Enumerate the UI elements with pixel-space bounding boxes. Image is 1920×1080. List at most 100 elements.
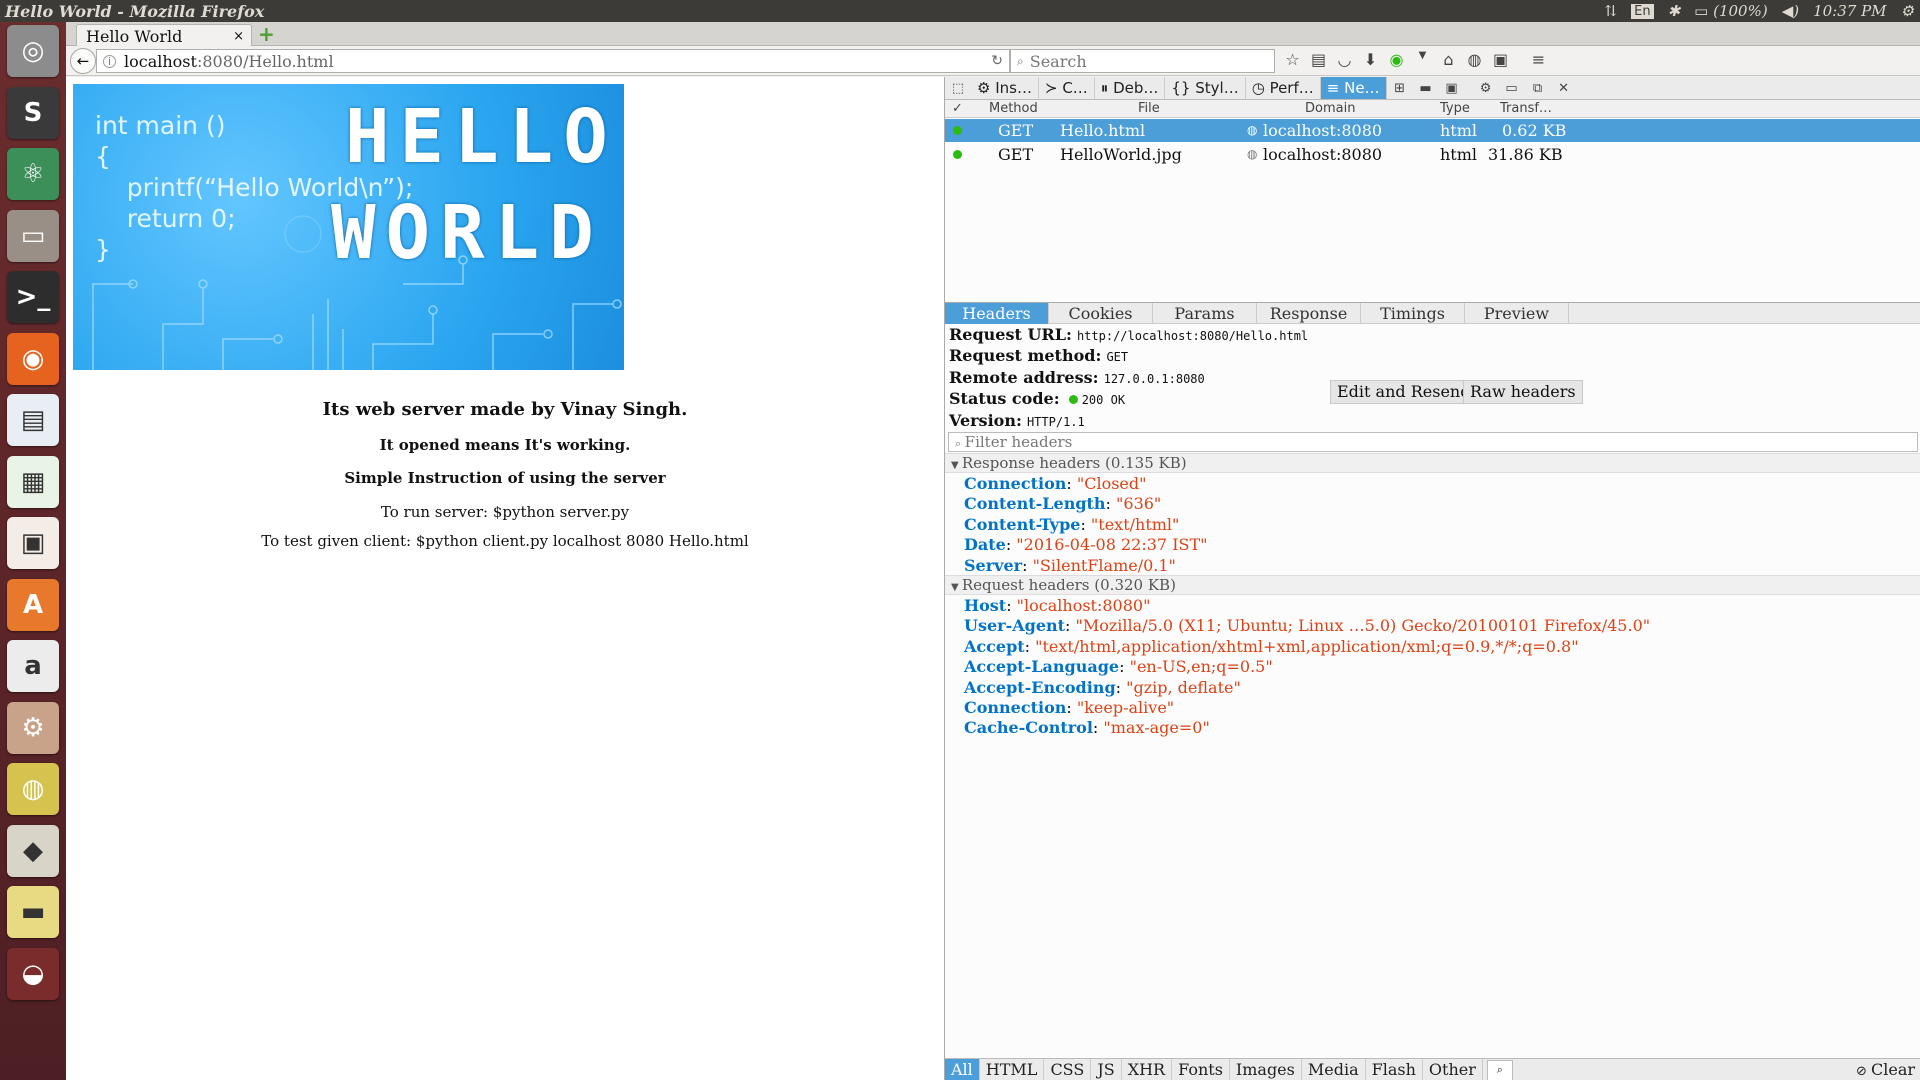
col-file[interactable]: File (1138, 101, 1160, 116)
responsive-icon[interactable]: ▣ (1439, 77, 1465, 99)
raw-headers-button[interactable]: Raw headers (1463, 380, 1583, 404)
col-method[interactable]: Method (989, 101, 1038, 116)
session-gear-icon[interactable]: ⚙ (1901, 2, 1914, 20)
edit-and-resend-button[interactable]: Edit and Resend (1330, 380, 1478, 404)
tab-params[interactable]: Params (1153, 303, 1257, 324)
launcher-atom-icon[interactable]: ⚛ (7, 148, 59, 200)
filter-url-search-button[interactable]: ⌕ (1486, 1060, 1513, 1080)
filter-js[interactable]: JS (1091, 1059, 1122, 1080)
downloads-icon[interactable]: ⬇ (1362, 50, 1379, 69)
filter-fonts[interactable]: Fonts (1172, 1059, 1230, 1080)
header-name: Accept-Encoding (964, 677, 1116, 697)
filter-flash[interactable]: Flash (1366, 1059, 1423, 1080)
chat-icon[interactable]: ◍ (1466, 50, 1483, 69)
launcher-software-center-icon[interactable]: A (7, 578, 59, 631)
filter-media[interactable]: Media (1302, 1059, 1366, 1080)
dock-icon[interactable]: ▬ (1413, 77, 1439, 99)
tab-style-editor[interactable]: {} Styl… (1165, 77, 1246, 99)
launcher-amazon-icon[interactable]: a (7, 640, 59, 692)
filter-placeholder: Filter headers (964, 433, 1073, 451)
tab-cookies[interactable]: Cookies (1049, 303, 1153, 324)
tab-performance[interactable]: ◷ Perf… (1246, 77, 1321, 99)
back-button[interactable]: ← (70, 48, 96, 74)
url-bar[interactable]: i localhost:8080/Hello.html ↻ (96, 49, 1010, 73)
launcher-sublime-text-icon[interactable]: S (7, 86, 59, 139)
youtube-icon[interactable]: ▣ (1492, 50, 1509, 69)
battery-indicator[interactable]: ▭ (100%) (1694, 2, 1768, 20)
bookmark-star-icon[interactable]: ☆ (1284, 50, 1301, 69)
tab-timings[interactable]: Timings (1361, 303, 1465, 324)
header-name: Accept-Language (964, 657, 1120, 677)
clear-button[interactable]: ⊘ Clear (1850, 1059, 1920, 1080)
filter-css[interactable]: CSS (1044, 1059, 1092, 1080)
launcher-files-icon[interactable]: ▭ (7, 209, 59, 262)
filter-other[interactable]: Other (1423, 1059, 1483, 1080)
banner-hello-text: HELLO (345, 94, 618, 180)
col-check[interactable]: ✓ (952, 101, 963, 116)
launcher-firefox-icon[interactable]: ◉ (7, 332, 59, 385)
tab-network[interactable]: ≡ Ne… (1320, 77, 1387, 99)
launcher-app-sticky-icon[interactable]: ▬ (7, 886, 59, 938)
launcher-app-disk-icon[interactable]: ◒ (7, 947, 59, 1000)
tab-console[interactable]: ≻ C… (1039, 77, 1095, 99)
banner-world-text: WORLD (331, 190, 604, 276)
volume-icon[interactable]: ◀) (1782, 2, 1799, 20)
launcher-ubuntu-dash-icon[interactable]: ◎ (7, 25, 59, 77)
header-line: Accept: "text/html,application/xhtml+xml… (964, 637, 1579, 656)
url-host: localhost (124, 51, 197, 71)
tab-debugger[interactable]: ⏸ Deb… (1095, 77, 1166, 99)
response-headers-group[interactable]: ▼ Response headers (0.135 KB) (945, 453, 1920, 473)
home-icon[interactable]: ⌂ (1440, 50, 1457, 69)
reload-icon[interactable]: ↻ (991, 53, 1003, 69)
clock[interactable]: 10:37 PM (1813, 2, 1886, 20)
col-transferred[interactable]: Transf… (1500, 101, 1552, 116)
filter-all[interactable]: All (945, 1059, 980, 1080)
dropdown-arrow-icon[interactable]: ▼ (1414, 50, 1431, 69)
undock-icon[interactable]: ⧉ (1525, 77, 1551, 99)
launcher-libreoffice-calc-icon[interactable]: ▦ (7, 455, 59, 508)
dock-bottom-icon[interactable]: ▭ (1499, 77, 1525, 99)
launcher-app-penguin-icon[interactable]: ◆ (7, 824, 59, 877)
split-view-icon[interactable]: ⊞ (1387, 77, 1413, 99)
request-row[interactable]: GET HelloWorld.jpg ◍ localhost:8080 html… (945, 143, 1920, 166)
run-server-instruction: To run server: $python server.py (380, 503, 630, 521)
new-tab-plus-icon[interactable]: + (258, 24, 275, 44)
col-domain[interactable]: Domain (1305, 101, 1355, 116)
search-input[interactable]: ⌕ Search (1010, 49, 1275, 73)
request-method-line: Request method: GET (949, 346, 1128, 365)
element-picker-icon[interactable]: ⬚ (945, 77, 971, 99)
tab-preview[interactable]: Preview (1465, 303, 1569, 324)
tab-close-icon[interactable]: × (233, 29, 244, 44)
tab-inspector[interactable]: ⚙ Ins… (971, 77, 1039, 99)
tab-headers[interactable]: Headers (945, 303, 1049, 324)
bookmarks-menu-icon[interactable]: ▤ (1310, 50, 1327, 69)
network-icon: ≡ (1326, 79, 1345, 97)
devtools-settings-icon[interactable]: ⚙ (1473, 77, 1499, 99)
filter-headers-input[interactable]: ⌕ Filter headers (948, 432, 1918, 452)
site-info-icon[interactable]: i (103, 54, 116, 68)
keyboard-layout-indicator[interactable]: En (1631, 3, 1654, 19)
col-type[interactable]: Type (1440, 101, 1470, 116)
pocket-icon[interactable]: ◡ (1336, 50, 1353, 69)
request-row[interactable]: GET Hello.html ◍ localhost:8080 html 0.6… (945, 119, 1920, 142)
network-arrows-icon[interactable]: ⇅ (1605, 2, 1618, 20)
tab-label: Ins… (995, 79, 1032, 97)
filter-xhr[interactable]: XHR (1122, 1059, 1173, 1080)
launcher-libreoffice-impress-icon[interactable]: ▣ (7, 517, 59, 569)
tab-label: Deb… (1113, 79, 1159, 97)
launcher-libreoffice-draw-icon[interactable]: ▤ (7, 394, 59, 446)
launcher-terminal-icon[interactable]: >_ (7, 271, 59, 323)
tab-response[interactable]: Response (1257, 303, 1361, 324)
launcher-chrome-icon[interactable]: ◍ (7, 763, 59, 815)
bluetooth-icon[interactable]: ✱ (1668, 2, 1681, 20)
devtools-close-icon[interactable]: ✕ (1551, 77, 1577, 99)
filter-html[interactable]: HTML (980, 1059, 1045, 1080)
launcher-system-settings-icon[interactable]: ⚙ (7, 701, 59, 754)
browser-tab-hello-world[interactable]: Hello World × (76, 24, 252, 47)
filter-images[interactable]: Images (1230, 1059, 1302, 1080)
whatsapp-icon[interactable]: ◉ (1388, 50, 1405, 69)
request-headers-group[interactable]: ▼ Request headers (0.320 KB) (945, 575, 1920, 595)
hello-world-banner-image: int main () { printf(“Hello World\n”); r… (73, 84, 624, 370)
menu-hamburger-icon[interactable]: ≡ (1530, 50, 1547, 69)
top-panel: Hello World - Mozilla Firefox ⇅ En ✱ ▭ (… (0, 0, 1920, 22)
